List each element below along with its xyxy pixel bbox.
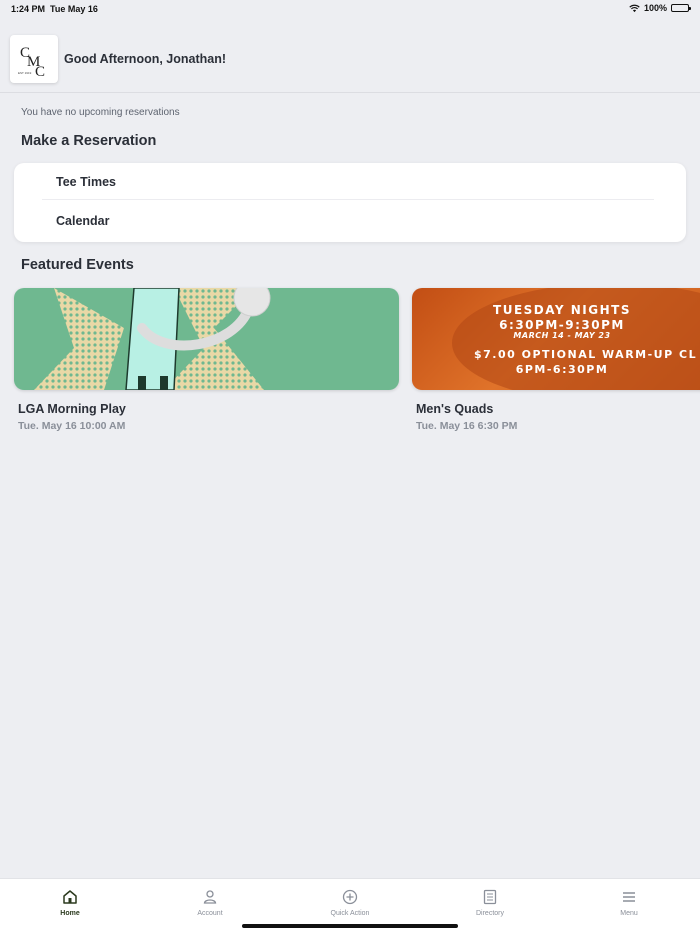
tab-label: Menu — [620, 910, 638, 917]
tab-label: Home — [60, 910, 80, 917]
event-title: Men's Quads — [416, 402, 494, 416]
club-logo[interactable]: C M C EST 1919 — [10, 35, 58, 83]
tab-label: Quick Action — [330, 910, 370, 917]
reservation-card: Tee Times Calendar — [14, 163, 686, 242]
featured-events-title: Featured Events — [21, 257, 134, 273]
tab-quick-action[interactable]: Quick Action — [300, 889, 400, 917]
hamburger-icon — [623, 892, 635, 902]
status-time: 1:24 PM — [11, 4, 46, 14]
club-logo-mark: C M C EST 1919 — [18, 45, 45, 79]
event-image: TUESDAY NIGHTS 6:30PM-9:30PM MARCH 14 - … — [412, 288, 700, 390]
home-icon — [63, 890, 77, 904]
tab-label: Directory — [475, 910, 504, 917]
home-indicator — [242, 924, 458, 928]
tab-bar: Home Account Quick Action Directory Menu — [0, 878, 700, 934]
person-icon — [203, 890, 217, 904]
promo-line-4: $7.00 OPTIONAL WARM-UP CL — [474, 348, 698, 361]
event-card-lga-morning-play[interactable]: LGA Morning Play Tue. May 16 10:00 AM — [14, 288, 399, 432]
make-reservation-title: Make a Reservation — [21, 133, 157, 149]
status-bar: 1:24 PM Tue May 16 100% — [0, 0, 700, 18]
tab-account[interactable]: Account — [160, 889, 260, 917]
tee-times-link[interactable]: Tee Times — [56, 175, 116, 189]
golfer-illustration — [14, 288, 399, 390]
plus-circle-icon — [342, 889, 358, 905]
no-reservations-message: You have no upcoming reservations — [21, 107, 180, 118]
event-image — [14, 288, 399, 390]
directory-icon — [483, 889, 497, 905]
divider — [42, 199, 654, 200]
event-title: LGA Morning Play — [18, 402, 126, 416]
status-date: Tue May 16 — [50, 4, 98, 14]
header: C M C EST 1919 Good Afternoon, Jonathan! — [10, 34, 700, 84]
promo-line-2: 6:30PM-9:30PM — [499, 318, 625, 332]
event-datetime: Tue. May 16 10:00 AM — [18, 420, 126, 432]
header-divider — [0, 92, 700, 93]
battery-icon — [671, 4, 691, 12]
greeting: Good Afternoon, Jonathan! — [64, 52, 227, 66]
promo-line-3: MARCH 14 - MAY 23 — [513, 331, 611, 340]
promo-line-1: TUESDAY NIGHTS — [493, 303, 631, 317]
svg-text:C: C — [35, 64, 45, 79]
tab-label: Account — [197, 910, 223, 917]
event-card-mens-quads[interactable]: TUESDAY NIGHTS 6:30PM-9:30PM MARCH 14 - … — [412, 288, 700, 432]
tab-directory[interactable]: Directory — [440, 889, 540, 917]
calendar-link[interactable]: Calendar — [56, 214, 110, 228]
tab-menu[interactable]: Menu — [579, 889, 679, 917]
logo-est: EST 1919 — [18, 71, 32, 75]
battery-percent: 100% — [643, 3, 667, 13]
status-right: 100% — [629, 3, 691, 13]
event-datetime: Tue. May 16 6:30 PM — [416, 420, 518, 432]
promo-line-5: 6PM-6:30PM — [515, 363, 609, 376]
wifi-icon — [629, 4, 640, 12]
tab-home[interactable]: Home — [20, 889, 120, 917]
